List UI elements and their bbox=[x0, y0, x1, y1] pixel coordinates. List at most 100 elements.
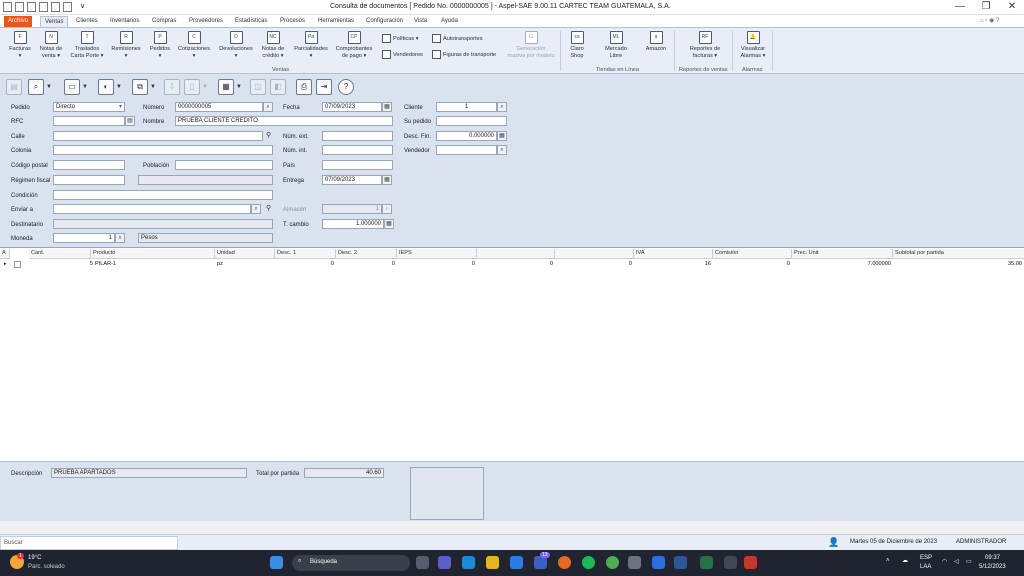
vendedor-field[interactable] bbox=[436, 145, 497, 155]
rfc-button-icon[interactable]: ▤ bbox=[125, 116, 135, 126]
tab-archivo[interactable]: Archivo bbox=[4, 16, 33, 27]
search-icon[interactable]: ⌕ bbox=[497, 145, 507, 155]
nombre-field[interactable]: PRUEBA CLIENTE CREDITO bbox=[175, 116, 393, 126]
exit-icon[interactable] bbox=[63, 2, 72, 12]
figuras-transporte-button[interactable]: Figuras de transporte bbox=[432, 50, 496, 59]
codigo-postal-field[interactable] bbox=[53, 160, 125, 170]
calle-field[interactable] bbox=[53, 131, 263, 141]
chevron-down-icon[interactable]: ▼ bbox=[150, 84, 156, 90]
traslados-button[interactable]: T Traslados Carta Porte ▾ bbox=[68, 31, 106, 60]
reportes-facturas-button[interactable]: RF Reportes de facturas ▾ bbox=[682, 31, 728, 60]
numero-field[interactable]: 0000000005 bbox=[175, 102, 263, 112]
volume-icon[interactable]: ◁ bbox=[954, 558, 959, 565]
copy-document-icon[interactable]: ⧉ bbox=[132, 79, 148, 95]
chevron-down-icon[interactable]: ▼ bbox=[82, 84, 88, 90]
alarmas-button[interactable]: 🔔 Visualizar Alarmas ▾ bbox=[738, 31, 768, 60]
tab-compras[interactable]: Compras bbox=[148, 16, 180, 27]
excel-icon[interactable] bbox=[700, 556, 713, 569]
aspel-sae-icon[interactable] bbox=[744, 556, 757, 569]
cell-iva[interactable]: 16 bbox=[634, 260, 713, 269]
grid-header[interactable]: A bbox=[0, 249, 10, 259]
grid-header[interactable]: Prec. Unit bbox=[792, 249, 893, 259]
minimize-button[interactable]: — bbox=[950, 1, 970, 12]
printer-icon[interactable]: ⎙ bbox=[296, 79, 312, 95]
store-icon[interactable] bbox=[510, 556, 523, 569]
clock-time[interactable]: 09:37 bbox=[985, 555, 1000, 561]
chevron-down-icon[interactable]: ▼ bbox=[46, 84, 52, 90]
fecha-field[interactable]: 07/09/2023 bbox=[322, 102, 382, 112]
remisiones-button[interactable]: R Remisiones ▾ bbox=[110, 31, 142, 60]
teams-icon[interactable] bbox=[438, 556, 451, 569]
cell-desc1[interactable]: 0 bbox=[275, 260, 336, 269]
app-icon[interactable] bbox=[652, 556, 665, 569]
open-icon[interactable] bbox=[39, 2, 48, 12]
tab-herramientas[interactable]: Herramientas bbox=[314, 16, 358, 27]
tab-vista[interactable]: Vista bbox=[410, 16, 431, 27]
user-document-icon[interactable]: ◐ bbox=[98, 79, 114, 95]
entrega-field[interactable]: 07/09/2023 bbox=[322, 175, 382, 185]
close-button[interactable]: ✕ bbox=[1002, 1, 1022, 12]
grid-header[interactable]: Unidad bbox=[215, 249, 275, 259]
cloud-icon[interactable]: ☁ bbox=[902, 557, 908, 564]
windows-start-icon[interactable] bbox=[270, 556, 283, 569]
row-checkbox[interactable] bbox=[14, 261, 21, 268]
grid-header[interactable]: Comisión bbox=[713, 249, 792, 259]
su-pedido-field[interactable] bbox=[436, 116, 507, 126]
search-icon[interactable]: ⌕ bbox=[263, 102, 273, 112]
copy-icon[interactable] bbox=[27, 2, 36, 12]
chrome-icon[interactable] bbox=[606, 556, 619, 569]
calculator-icon[interactable]: ▦ bbox=[384, 219, 394, 229]
num-ext-field[interactable] bbox=[322, 131, 393, 141]
battery-icon[interactable]: ▭ bbox=[966, 558, 972, 565]
cell-prec-unit[interactable]: 7.000000 bbox=[792, 260, 893, 269]
settings-icon[interactable] bbox=[628, 556, 641, 569]
politicas-button[interactable]: Políticas ▾ bbox=[382, 34, 419, 43]
condicion-field[interactable] bbox=[53, 190, 273, 200]
tab-ayuda[interactable]: Ayuda bbox=[437, 16, 462, 27]
grid-header[interactable]: Cant. bbox=[29, 249, 91, 259]
notas-credito-button[interactable]: NC Notas de crédito ▾ bbox=[258, 31, 288, 60]
poblacion-field[interactable] bbox=[175, 160, 273, 170]
mercado-libre-button[interactable]: ML Mercado Libre bbox=[602, 31, 630, 60]
cell-ieps[interactable]: 0 bbox=[397, 260, 477, 269]
new-document-icon[interactable] bbox=[15, 2, 24, 12]
exit-door-icon[interactable]: ⇥ bbox=[316, 79, 332, 95]
grid-header[interactable]: Subtotal por partida bbox=[893, 249, 1024, 259]
tab-inventarios[interactable]: Inventarios bbox=[106, 16, 143, 27]
taskbar-search-box[interactable]: ⌕ Búsqueda bbox=[292, 555, 410, 571]
ribbon-controls-icon[interactable]: ⌂ ▫ ◉ ? bbox=[980, 17, 999, 24]
cell-producto[interactable]: PILAR-1 bbox=[93, 260, 213, 269]
items-grid[interactable]: A Cant. Producto Unidad Desc. 1 Desc. 2 … bbox=[0, 247, 1024, 461]
grid-header[interactable]: IEPS bbox=[397, 249, 477, 259]
cell-subtotal[interactable]: 35.00 bbox=[893, 260, 1024, 269]
spotify-icon[interactable] bbox=[582, 556, 595, 569]
cliente-field[interactable]: 1 bbox=[436, 102, 497, 112]
pedido-type-select[interactable]: Directo ▾ bbox=[53, 102, 125, 112]
firefox-icon[interactable] bbox=[558, 556, 571, 569]
task-view-icon[interactable] bbox=[416, 556, 429, 569]
desc-fin-field[interactable]: 0.000000 bbox=[436, 131, 497, 141]
moneda-field[interactable]: 1 bbox=[53, 233, 115, 243]
search-document-icon[interactable]: ⌕ bbox=[28, 79, 44, 95]
monitor-icon[interactable]: ▭ bbox=[64, 79, 80, 95]
grid-header[interactable] bbox=[555, 249, 634, 259]
facturas-button[interactable]: F Facturas ▾ bbox=[6, 31, 34, 60]
calculator-icon[interactable]: ▦ bbox=[497, 131, 507, 141]
tcambio-field[interactable]: 1.000000 bbox=[322, 219, 384, 229]
wifi-icon[interactable]: ◠ bbox=[942, 558, 947, 565]
cell-cant[interactable]: 5 bbox=[29, 260, 95, 269]
search-icon[interactable]: ⌕ bbox=[497, 102, 507, 112]
grid-header[interactable]: Desc. 2 bbox=[336, 249, 397, 259]
colonia-field[interactable] bbox=[53, 145, 273, 155]
pedidos-button[interactable]: P Pedidos ▾ bbox=[146, 31, 174, 60]
regimen-field[interactable] bbox=[53, 175, 125, 185]
search-icon[interactable]: ⌕ bbox=[115, 233, 125, 243]
chevron-down-icon[interactable]: ▼ bbox=[116, 84, 122, 90]
tab-proveedores[interactable]: Proveedores bbox=[185, 16, 227, 27]
tab-clientes[interactable]: Clientes bbox=[72, 16, 102, 27]
cotizaciones-button[interactable]: C Cotizaciones ▾ bbox=[176, 31, 212, 60]
chevron-up-icon[interactable]: ˄ bbox=[886, 558, 890, 564]
devoluciones-button[interactable]: D Devoluciones ▾ bbox=[216, 31, 256, 60]
amazon-button[interactable]: a Amazon bbox=[642, 31, 670, 53]
chevron-down-icon[interactable]: ▼ bbox=[236, 84, 242, 90]
